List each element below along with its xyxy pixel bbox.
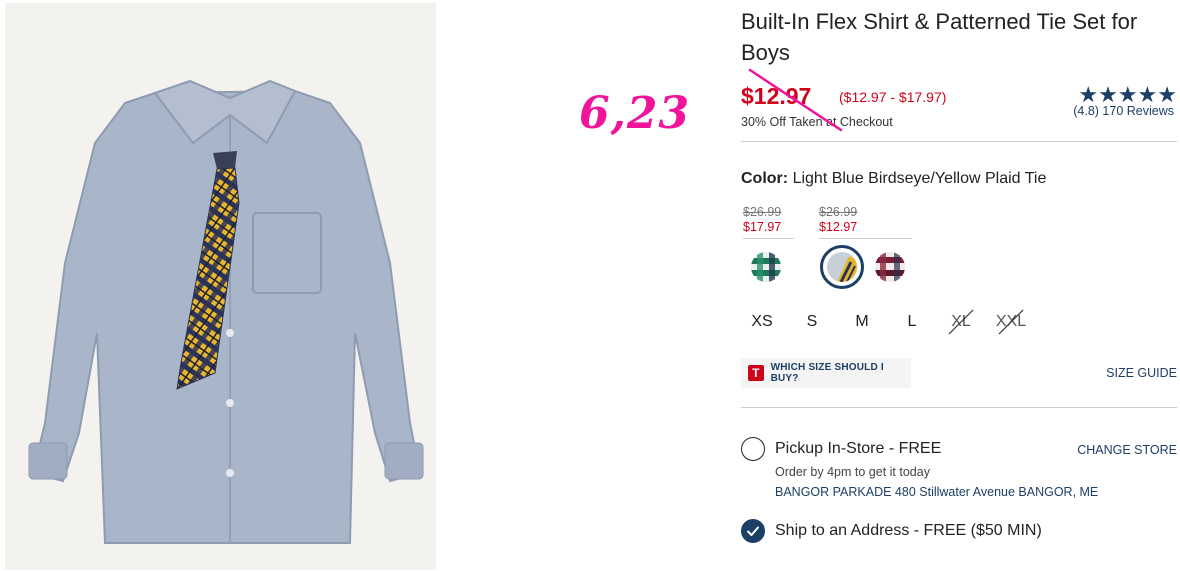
- size-guide-link[interactable]: SIZE GUIDE: [1106, 366, 1177, 380]
- product-image[interactable]: [5, 3, 436, 570]
- size-option-xs[interactable]: XS: [742, 313, 782, 331]
- swatch-price-group-1: $26.99 $17.97: [743, 205, 794, 239]
- swatch-burgundy-plaid[interactable]: [875, 252, 905, 282]
- size-option-s[interactable]: S: [792, 313, 832, 331]
- which-size-button[interactable]: T WHICH SIZE SHOULD I BUY?: [741, 358, 911, 388]
- pickup-radio[interactable]: [741, 437, 765, 461]
- swatch-price-group-2: $26.99 $12.97: [819, 205, 912, 239]
- swatch-now-price: $12.97: [819, 220, 858, 234]
- pickup-cutoff-text: Order by 4pm to get it today: [775, 465, 930, 479]
- divider: [741, 141, 1177, 142]
- color-label: Color: Light Blue Birdseye/Yellow Plaid …: [741, 170, 1046, 188]
- size-option-l[interactable]: L: [892, 313, 932, 331]
- which-size-label: WHICH SIZE SHOULD I BUY?: [770, 362, 884, 384]
- swatch-blue-yellow-plaid[interactable]: [827, 252, 857, 282]
- promo-text: 30% Off Taken at Checkout: [741, 115, 893, 129]
- product-title: Built-In Flex Shirt & Patterned Tie Set …: [741, 9, 1138, 65]
- color-label-value: Light Blue Birdseye/Yellow Plaid Tie: [792, 170, 1047, 187]
- size-option-xl[interactable]: XL: [941, 313, 981, 331]
- price-annotation: 6,23: [579, 88, 691, 139]
- pickup-label[interactable]: Pickup In-Store - FREE: [775, 440, 941, 458]
- ship-label[interactable]: Ship to an Address - FREE ($50 MIN): [775, 522, 1042, 540]
- checkmark-icon: [747, 526, 759, 536]
- size-option-m[interactable]: M: [842, 313, 882, 331]
- true-fit-icon: T: [748, 365, 764, 381]
- color-label-key: Color:: [741, 170, 789, 187]
- price-range: ($12.97 - $17.97): [839, 89, 947, 105]
- swatch-green-plaid[interactable]: [751, 252, 781, 282]
- divider: [741, 407, 1177, 408]
- store-address-link[interactable]: BANGOR PARKADE 480 Stillwater Avenue BAN…: [775, 485, 1098, 499]
- current-price: $12.97: [741, 83, 812, 109]
- swatch-was-price: $26.99: [819, 205, 858, 219]
- size-option-xxl[interactable]: XXL: [991, 313, 1031, 331]
- reviews-link[interactable]: (4.8) 170 Reviews: [1041, 104, 1174, 118]
- change-store-link[interactable]: CHANGE STORE: [1077, 443, 1177, 457]
- shirt-and-tie-photo: [28, 79, 424, 544]
- swatch-now-price: $17.97: [743, 220, 782, 234]
- product-info-panel: Built-In Flex Shirt & Patterned Tie Set …: [741, 0, 1177, 571]
- ship-radio[interactable]: [741, 519, 765, 543]
- swatch-was-price: $26.99: [743, 205, 782, 219]
